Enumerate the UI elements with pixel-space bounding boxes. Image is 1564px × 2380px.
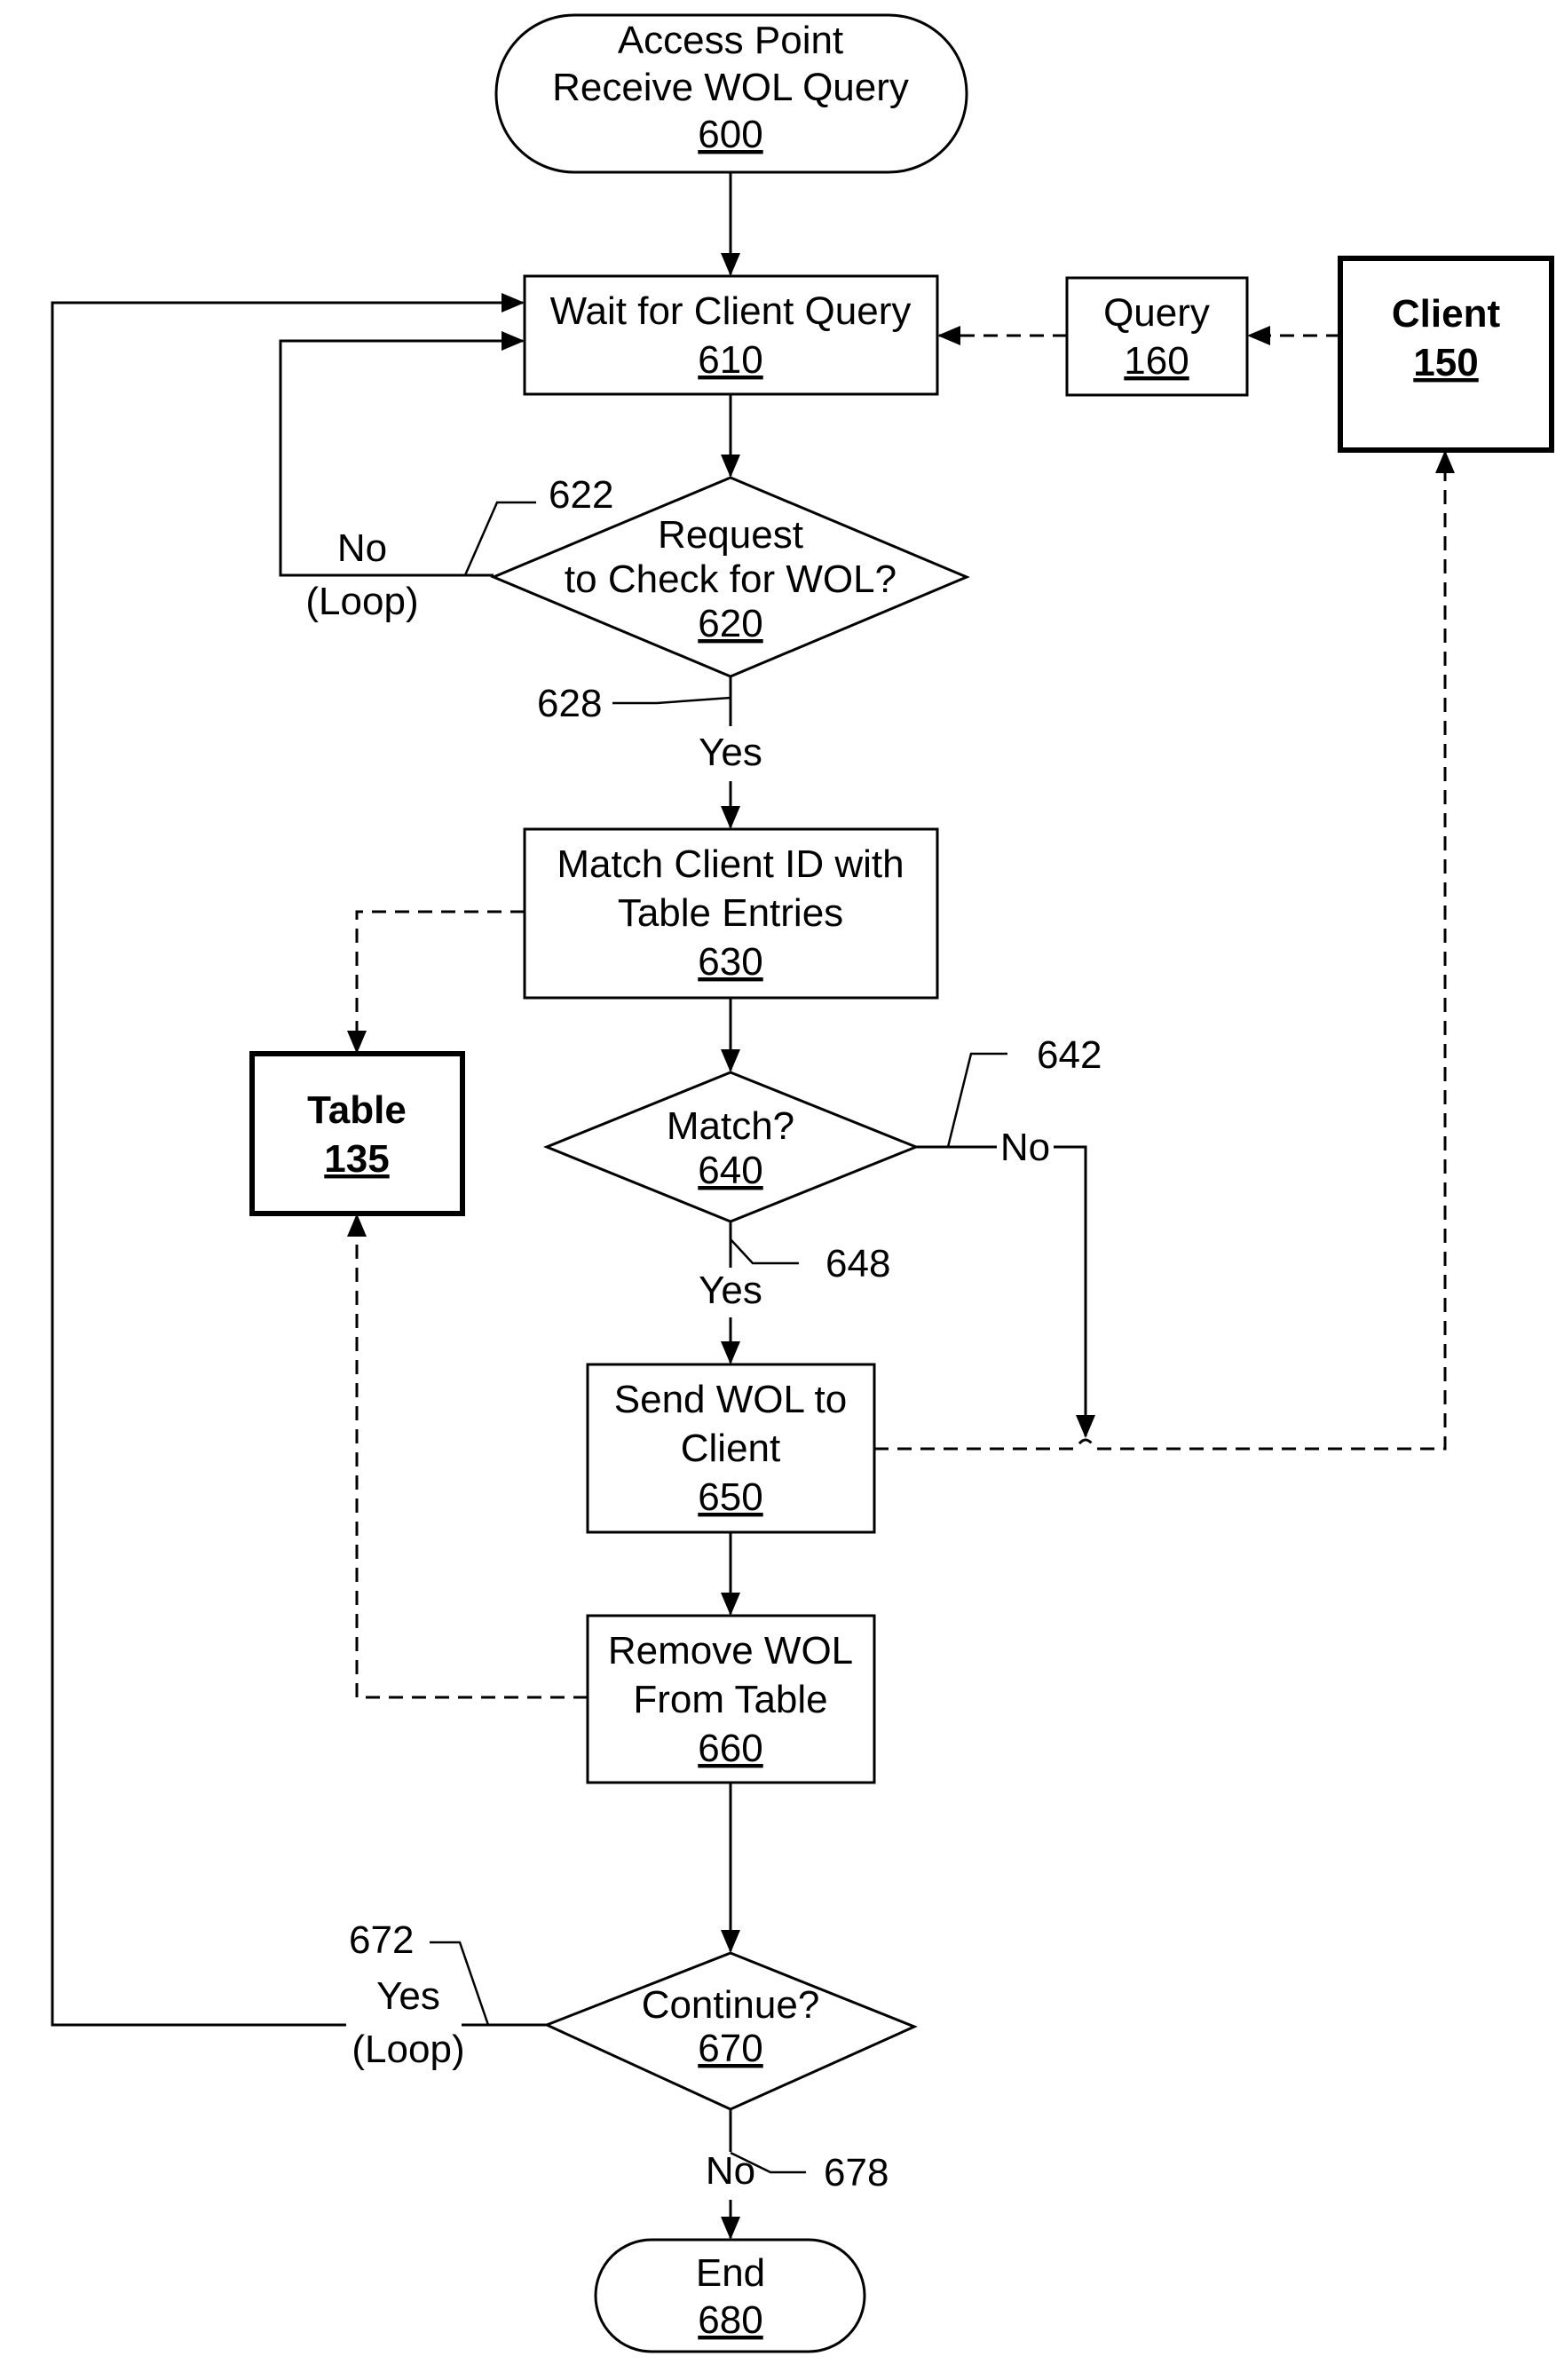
decision-match-640: Match? 640: [543, 1071, 920, 1223]
send-line-2: Client: [681, 1427, 781, 1470]
connector-620-no-loop: [279, 331, 525, 577]
continue-label: Continue?: [642, 1983, 820, 2027]
external-table-135: Table 135: [249, 1051, 465, 1216]
dashed-630-to-table: [347, 910, 525, 1054]
ref-660: 660: [698, 1727, 762, 1770]
wait-label: Wait for Client Query: [550, 289, 912, 333]
callout-628: 628: [537, 682, 602, 725]
table-label: Table: [307, 1088, 407, 1132]
ref-600: 600: [698, 113, 762, 156]
leader-628: [612, 696, 731, 705]
send-line-1: Send WOL to: [614, 1378, 848, 1421]
ref-670: 670: [698, 2027, 762, 2070]
end-label: End: [696, 2251, 765, 2295]
ref-650: 650: [698, 1475, 762, 1519]
client-label: Client: [1392, 292, 1501, 336]
match-decision-label: Match?: [667, 1104, 794, 1148]
dashed-650-to-client: [874, 450, 1455, 1451]
step-match-630: Match Client ID with Table Entries 630: [523, 827, 939, 1000]
ref-620: 620: [698, 602, 762, 645]
ref-640: 640: [698, 1149, 762, 1192]
branch-no-670: No: [706, 2149, 755, 2193]
start-line-1: Access Point: [618, 19, 843, 62]
branch-yes-620: Yes: [699, 731, 762, 774]
ref-630: 630: [698, 940, 762, 984]
leader-648: [730, 1238, 799, 1265]
svg-text:Access Point: Access Point: [618, 19, 843, 62]
dashed-660-to-table: [347, 1214, 588, 1699]
svg-text:Receive WOL Query: Receive WOL Query: [552, 66, 909, 109]
branch-loop-620: (Loop): [305, 580, 418, 623]
branch-no-620: No: [337, 526, 387, 570]
leader-642: [946, 1052, 1007, 1148]
start-terminal-600: Access Point Receive WOL Query 600: [494, 13, 968, 174]
branch-no-640: No: [1000, 1126, 1050, 1169]
branch-yes-640: Yes: [699, 1269, 762, 1312]
callout-622: 622: [549, 473, 613, 517]
callout-678: 678: [824, 2151, 889, 2194]
match-line-2: Table Entries: [618, 891, 843, 935]
external-client-150: Client 150: [1338, 256, 1554, 453]
request-line-2: to Check for WOL?: [565, 557, 897, 601]
branch-loop-670: (Loop): [352, 2028, 464, 2071]
wol-flowchart: Access Point Receive WOL Query 600 Wait …: [51, 13, 1554, 2353]
ref-150: 150: [1413, 341, 1478, 384]
branch-yes-670: Yes: [376, 1974, 440, 2018]
end-terminal-680: End 680: [594, 2238, 866, 2353]
ref-135: 135: [324, 1137, 389, 1181]
step-remove-660: Remove WOL From Table 660: [586, 1614, 876, 1784]
callout-648: 648: [825, 1242, 890, 1285]
step-send-650: Send WOL to Client 650: [586, 1363, 876, 1534]
external-query-160: Query 160: [1065, 276, 1249, 397]
callout-642: 642: [1037, 1033, 1102, 1077]
callout-672: 672: [349, 1918, 414, 1962]
remove-line-1: Remove WOL: [608, 1629, 853, 1672]
request-line-1: Request: [658, 513, 803, 557]
ref-610: 610: [698, 338, 762, 382]
start-line-2: Receive WOL Query: [552, 66, 909, 109]
step-wait-610: Wait for Client Query 610: [523, 274, 939, 396]
remove-line-2: From Table: [633, 1678, 827, 1721]
decision-continue-670: Continue? 670: [543, 1951, 918, 2111]
match-line-1: Match Client ID with: [557, 842, 904, 886]
ref-160: 160: [1124, 339, 1189, 383]
query-label: Query: [1103, 291, 1210, 335]
ref-680: 680: [698, 2298, 762, 2342]
connector-640-no-b: [1054, 1145, 1095, 1438]
